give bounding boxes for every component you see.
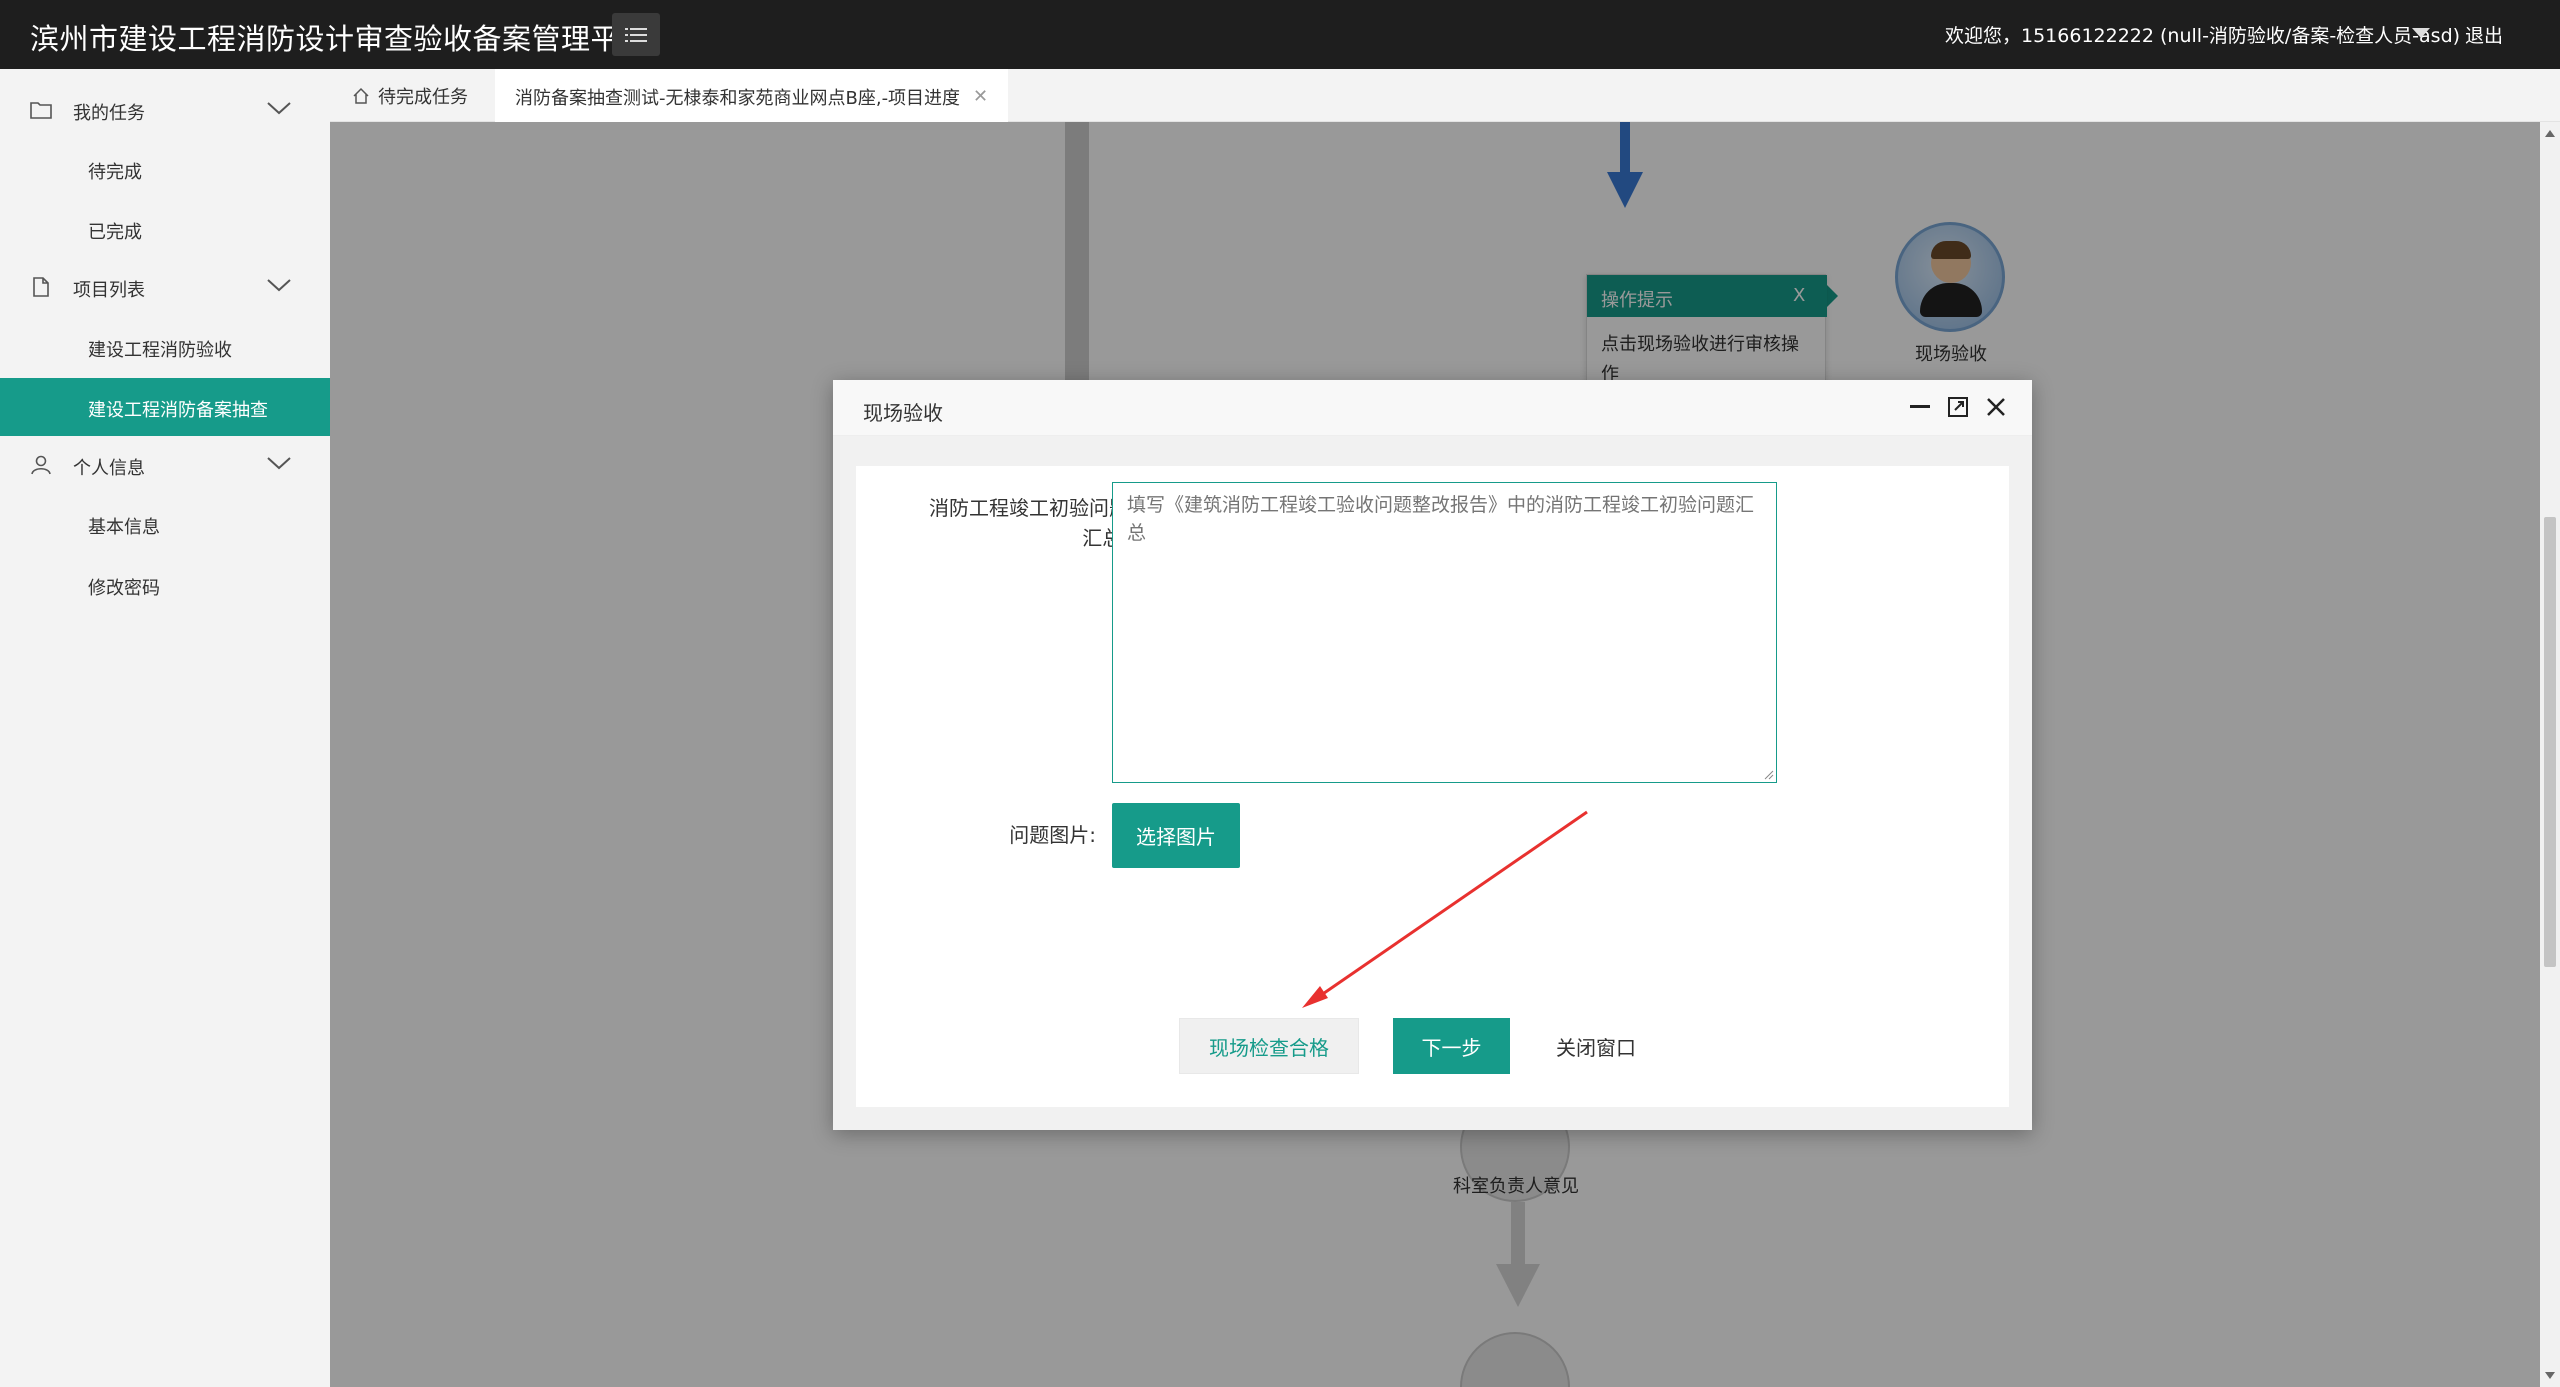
issue-image-label: 问题图片:: [1009, 823, 1096, 847]
maximize-icon[interactable]: [1947, 396, 1969, 418]
close-icon[interactable]: ✕: [973, 86, 988, 107]
tab-project-progress[interactable]: 消防备案抽查测试-无棣泰和家苑商业网点B座,-项目进度 ✕: [495, 69, 1008, 123]
issue-summary-textarea[interactable]: [1112, 482, 1777, 783]
sidebar-item-label: 修改密码: [88, 578, 160, 599]
hamburger-icon: [625, 27, 647, 42]
resize-grip-icon[interactable]: [1762, 768, 1774, 780]
tab-home[interactable]: 待完成任务: [352, 83, 468, 109]
sidebar-group-label: 个人信息: [73, 458, 145, 479]
sidebar-group-project-list[interactable]: 项目列表: [0, 259, 330, 315]
sidebar-item-basic-info[interactable]: 基本信息: [0, 495, 330, 553]
home-icon: [353, 87, 369, 104]
sidebar-item-fire-acceptance[interactable]: 建设工程消防验收: [0, 318, 330, 376]
scroll-up-icon[interactable]: [2545, 130, 2555, 137]
close-icon[interactable]: [1985, 396, 2007, 418]
sidebar-item-label: 建设工程消防备案抽查: [88, 400, 268, 421]
sidebar-group-label: 项目列表: [73, 280, 145, 301]
tab-label: 消防备案抽查测试-无棣泰和家苑商业网点B座,-项目进度: [515, 88, 961, 109]
sidebar-group-personal-info[interactable]: 个人信息: [0, 437, 330, 493]
next-step-button[interactable]: 下一步: [1393, 1018, 1510, 1074]
sidebar-item-pending[interactable]: 待完成: [0, 140, 330, 198]
issue-summary-label: 消防工程竣工初验问题汇总:: [929, 496, 1129, 550]
chevron-down-icon: [267, 102, 291, 115]
close-window-button[interactable]: 关闭窗口: [1536, 1018, 1656, 1074]
sidebar-item-label: 基本信息: [88, 517, 160, 538]
user-welcome-menu[interactable]: 欢迎您，15166122222 (null-消防验收/备案-检查人员-asd): [1945, 21, 2460, 48]
sidebar-item-label: 已完成: [88, 222, 142, 243]
sidebar-group-my-tasks[interactable]: 我的任务: [0, 82, 330, 138]
annotation-arrow-icon: [1302, 810, 1588, 1008]
sidebar-item-fire-filing-spotcheck[interactable]: 建设工程消防备案抽查: [0, 378, 330, 436]
user-icon: [31, 455, 51, 475]
sidebar-item-completed[interactable]: 已完成: [0, 200, 330, 258]
select-image-button[interactable]: 选择图片: [1112, 803, 1240, 868]
app-title: 滨州市建设工程消防设计审查验收备案管理平台: [30, 22, 650, 56]
chevron-down-icon: [267, 279, 291, 292]
scroll-thumb[interactable]: [2544, 517, 2556, 967]
site-check-pass-button[interactable]: 现场检查合格: [1179, 1018, 1359, 1074]
sidebar-group-label: 我的任务: [73, 103, 145, 124]
scroll-down-icon[interactable]: [2545, 1372, 2555, 1379]
sidebar-item-label: 建设工程消防验收: [88, 340, 232, 361]
sidebar: 我的任务 待完成 已完成 项目列表 建设工程消防验收 建设工程消防备案抽查 个人…: [0, 69, 330, 1387]
caret-down-icon[interactable]: [2412, 28, 2430, 38]
logout-link[interactable]: 退出: [2465, 21, 2503, 48]
vertical-scrollbar[interactable]: [2540, 122, 2560, 1387]
minimize-icon[interactable]: [1910, 405, 1930, 408]
chevron-down-icon: [267, 457, 291, 470]
top-bar: 滨州市建设工程消防设计审查验收备案管理平台 欢迎您，15166122222 (n…: [0, 0, 2560, 69]
folder-icon: [30, 102, 52, 119]
sidebar-item-change-password[interactable]: 修改密码: [0, 556, 330, 614]
sidebar-item-label: 待完成: [88, 162, 142, 183]
dialog-title: 现场验收: [863, 401, 943, 425]
dialog-header: 现场验收: [833, 380, 2032, 436]
tab-bar: 待完成任务 消防备案抽查测试-无棣泰和家苑商业网点B座,-项目进度 ✕: [330, 69, 2560, 123]
tab-home-label: 待完成任务: [378, 87, 468, 108]
file-icon: [33, 277, 49, 297]
menu-toggle-button[interactable]: [612, 13, 660, 56]
